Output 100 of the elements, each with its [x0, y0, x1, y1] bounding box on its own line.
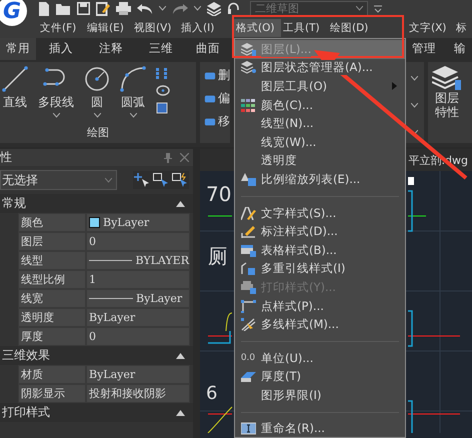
- caret-icon[interactable]: [194, 6, 201, 11]
- menu-item[interactable]: 文字(X): [407, 18, 454, 36]
- ribbon-tab[interactable]: 注释: [86, 38, 136, 60]
- menu-item[interactable]: 文字样式(S)...: [235, 204, 405, 222]
- multiline-icon: [240, 318, 256, 332]
- tool-label[interactable]: 直线: [3, 94, 27, 111]
- menu-item[interactable]: 0.0 单位(U)...: [235, 348, 405, 368]
- menu-item[interactable]: 标: [454, 18, 469, 36]
- property-value[interactable]: 0: [86, 327, 190, 346]
- property-value[interactable]: 投射和接收阴影: [86, 384, 190, 403]
- new-file-icon[interactable]: [38, 2, 50, 16]
- layers-gear-icon: [240, 61, 256, 74]
- tool-label[interactable]: 偏: [218, 90, 230, 107]
- collapse-icon[interactable]: [176, 410, 185, 416]
- ribbon-tab[interactable]: 管理: [408, 38, 454, 60]
- ribbon-tab[interactable]: 三维: [136, 38, 186, 60]
- menu-item[interactable]: 透明度: [235, 152, 405, 170]
- add-selection-icon[interactable]: [134, 173, 150, 187]
- edit-file-icon[interactable]: [96, 2, 110, 16]
- customize-icon[interactable]: [374, 4, 382, 12]
- app-logo[interactable]: G: [0, 0, 27, 26]
- caret-icon[interactable]: [411, 103, 418, 108]
- selection-dropdown[interactable]: 无选择: [0, 170, 117, 190]
- save-icon[interactable]: [77, 2, 90, 15]
- ribbon-tab[interactable]: 插入: [36, 38, 86, 60]
- caret-icon[interactable]: [159, 6, 166, 11]
- menu-item[interactable]: 表格样式(B)...: [235, 240, 405, 260]
- caret-icon[interactable]: [411, 76, 418, 81]
- section-header[interactable]: 三维效果: [0, 346, 193, 365]
- pin-icon[interactable]: [164, 152, 172, 162]
- window-select-icon[interactable]: [153, 173, 169, 187]
- hatch-icon[interactable]: [156, 102, 168, 114]
- menu-item[interactable]: 图层工具(O): [235, 77, 405, 96]
- folder-icon[interactable]: [56, 2, 71, 15]
- property-value[interactable]: ByLayer: [86, 365, 190, 384]
- menu-item[interactable]: 标注样式(D)...: [235, 222, 405, 241]
- section-title: 三维效果: [2, 347, 50, 364]
- caret-icon[interactable]: [52, 113, 60, 118]
- leader-icon: [240, 262, 256, 276]
- ellipse-icon[interactable]: [156, 85, 170, 96]
- property-label: 线型比例: [18, 270, 86, 289]
- tool-icon[interactable]: [204, 92, 216, 104]
- tool-label[interactable]: 移: [218, 113, 230, 130]
- property-value[interactable]: 0: [86, 232, 190, 251]
- menu-item[interactable]: 厚度(T): [235, 368, 405, 386]
- menu-item[interactable]: 图形界限(I): [235, 386, 405, 405]
- property-value[interactable]: ByLayer: [86, 289, 190, 308]
- menu-item[interactable]: 文件(F): [38, 18, 85, 36]
- property-value[interactable]: 1: [86, 270, 190, 289]
- ribbon-tab[interactable]: 常用: [0, 38, 36, 60]
- property-value[interactable]: BYLAYER: [86, 251, 190, 270]
- layers-icon[interactable]: [207, 2, 221, 16]
- menu-item[interactable]: 绘图(D): [328, 18, 375, 36]
- point-grid-icon[interactable]: [156, 68, 167, 79]
- menu-item[interactable]: 线宽(W)...: [235, 132, 405, 152]
- drawing-text: 70: [206, 182, 232, 206]
- caret-icon[interactable]: [130, 113, 136, 118]
- printer-icon: [240, 280, 256, 294]
- tool-label[interactable]: 删: [218, 67, 230, 84]
- panel-label[interactable]: 绘图: [87, 125, 109, 143]
- caret-icon[interactable]: [94, 113, 100, 118]
- print-icon[interactable]: [116, 2, 131, 15]
- menu-item[interactable]: 多重引线样式(I): [235, 260, 405, 278]
- menu-item[interactable]: 工具(T): [281, 18, 328, 36]
- property-value[interactable]: ByLayer: [86, 213, 190, 232]
- headset-icon[interactable]: [227, 2, 240, 15]
- menu-item[interactable]: 颜色(C)...: [235, 96, 405, 114]
- line-tool-icon[interactable]: [2, 66, 28, 92]
- menu-item[interactable]: 多线样式(M)...: [235, 315, 405, 334]
- menu-item[interactable]: 格式(O): [234, 18, 281, 36]
- circle-tool-icon[interactable]: [84, 66, 110, 92]
- quick-select-icon[interactable]: [172, 173, 188, 187]
- ribbon-tab[interactable]: 输: [454, 38, 466, 60]
- arc-tool-icon[interactable]: [120, 66, 146, 92]
- menu-item[interactable]: 比例缩放列表(E)...: [235, 170, 405, 189]
- section-header[interactable]: 打印样式: [0, 403, 193, 422]
- layers-icon: [432, 66, 462, 92]
- menu-item[interactable]: 编辑(E): [85, 18, 132, 36]
- menu-item[interactable]: 插入(I): [179, 18, 226, 36]
- collapse-icon[interactable]: [176, 200, 185, 206]
- tool-label[interactable]: 圆弧: [121, 94, 145, 111]
- scale-list-icon: [240, 172, 256, 186]
- property-label: 线宽: [18, 289, 86, 308]
- collapse-icon[interactable]: [176, 352, 185, 358]
- tool-label[interactable]: 圆: [91, 94, 103, 111]
- undo-icon[interactable]: [137, 2, 153, 14]
- menu-item[interactable]: 重命名(R)...: [235, 420, 405, 438]
- tool-icon[interactable]: [204, 116, 216, 128]
- section-header[interactable]: 常规: [0, 194, 193, 213]
- tool-icon[interactable]: [204, 70, 216, 82]
- property-value[interactable]: ByLayer: [86, 308, 190, 327]
- section-title: 常规: [2, 195, 26, 212]
- menu-item[interactable]: 点样式(P)...: [235, 296, 405, 316]
- redo-icon[interactable]: [172, 2, 188, 14]
- menu-item[interactable]: 视图(V): [132, 18, 179, 36]
- tool-label[interactable]: 多段线: [38, 94, 74, 111]
- close-icon[interactable]: [180, 152, 189, 162]
- menu-item[interactable]: 线型(N)...: [235, 114, 405, 133]
- property-label: 材质: [18, 365, 86, 384]
- panel-title: 性: [0, 149, 12, 166]
